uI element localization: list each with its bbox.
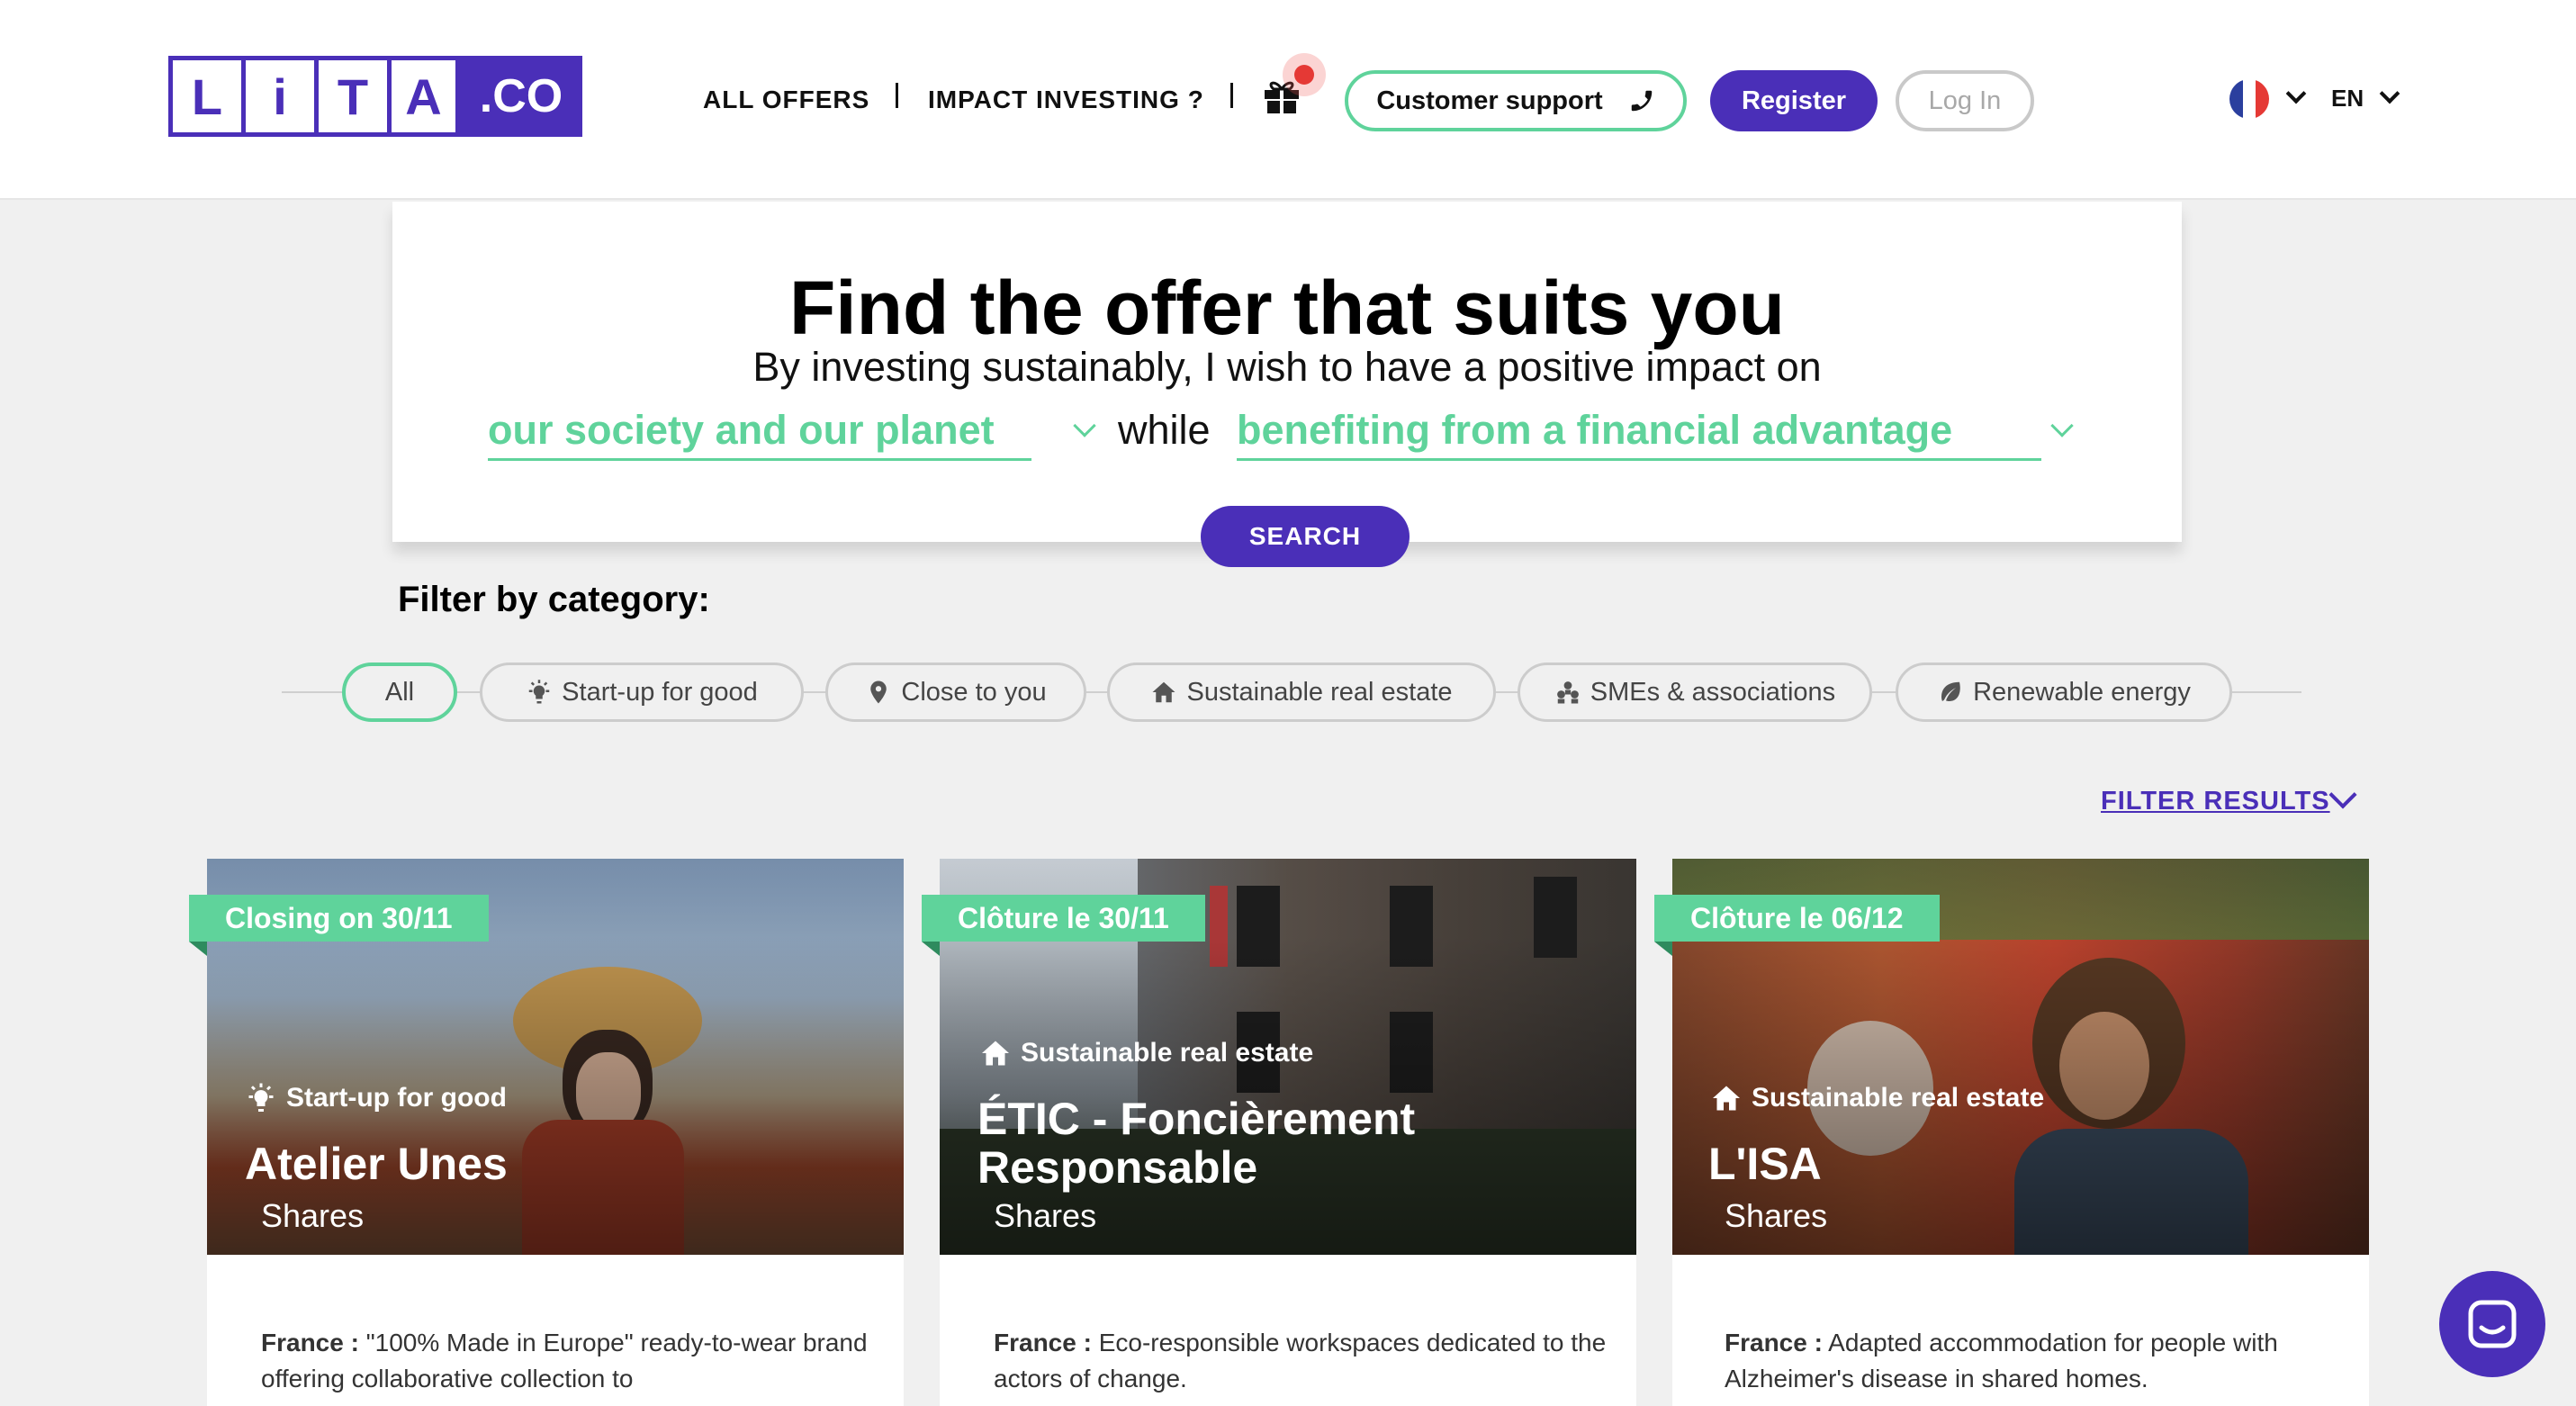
france-flag-icon[interactable] — [2229, 79, 2269, 119]
nav-impact-investing[interactable]: IMPACT INVESTING ? — [928, 86, 1204, 114]
closing-badge: Clôture le 30/11 — [922, 895, 1205, 942]
leaf-icon — [1941, 681, 1960, 701]
filter-chip-smes[interactable]: SMEs & associations — [1518, 662, 1872, 722]
card-category: Sustainable real estate — [1710, 1082, 2044, 1114]
card-category-label: Sustainable real estate — [1752, 1083, 2045, 1113]
benefit-select[interactable]: benefiting from a financial advantage — [1237, 407, 2041, 461]
chevron-down-icon[interactable] — [2379, 83, 2400, 104]
benefit-select-value: benefiting from a financial advantage — [1237, 407, 1953, 453]
card-title-line: Responsable — [977, 1142, 1258, 1193]
chip-label: Renewable energy — [1973, 677, 2191, 707]
filter-chip-real-estate[interactable]: Sustainable real estate — [1107, 662, 1496, 722]
badge-fold — [1654, 942, 1672, 956]
page-title: Find the offer that suits you — [789, 266, 1785, 350]
card-category: Sustainable real estate — [979, 1037, 1313, 1069]
while-label: while — [1118, 407, 1211, 453]
house-icon — [1713, 1086, 1740, 1111]
location-pin-icon — [870, 680, 887, 704]
customer-support-label: Customer support — [1376, 86, 1603, 115]
nav-separator — [896, 83, 898, 108]
search-subtitle: By investing sustainably, I wish to have… — [752, 344, 1822, 390]
logo-letter: L — [168, 56, 241, 137]
chevron-down-icon[interactable] — [2285, 83, 2307, 104]
badge-fold — [189, 942, 207, 956]
notification-dot — [1283, 53, 1326, 96]
impact-select-value: our society and our planet — [488, 407, 995, 453]
filter-chip-renewable[interactable]: Renewable energy — [1896, 662, 2232, 722]
card-title: ÉTIC - Foncièrement Responsable — [977, 1095, 1415, 1192]
login-button[interactable]: Log In — [1896, 70, 2034, 131]
chip-label: Close to you — [901, 677, 1047, 707]
card-description: France : Adapted accommodation for peopl… — [1725, 1325, 2355, 1397]
logo-letter: T — [314, 56, 387, 137]
house-icon — [1152, 681, 1175, 703]
chip-label: Start-up for good — [562, 677, 758, 707]
card-country: France : — [261, 1329, 359, 1356]
register-button[interactable]: Register — [1710, 70, 1878, 131]
card-category-label: Start-up for good — [286, 1083, 507, 1113]
filter-title: Filter by category: — [398, 580, 710, 619]
search-button[interactable]: SEARCH — [1201, 506, 1410, 567]
card-type: Shares — [1725, 1197, 1828, 1234]
nav-separator — [1230, 83, 1233, 108]
nav-all-offers[interactable]: ALL OFFERS — [703, 86, 869, 114]
group-icon — [1556, 681, 1579, 704]
badge-fold — [922, 942, 940, 956]
logo-suffix: .CO — [460, 56, 582, 137]
filter-chip-close-to-you[interactable]: Close to you — [825, 662, 1086, 722]
logo-letter: i — [241, 56, 314, 137]
chevron-down-icon[interactable] — [1073, 414, 1096, 437]
house-icon — [982, 1041, 1009, 1066]
card-country: France : — [1725, 1329, 1823, 1356]
card-type: Shares — [994, 1197, 1097, 1234]
card-category-label: Sustainable real estate — [1021, 1038, 1314, 1068]
lightbulb-icon — [248, 1083, 274, 1112]
impact-select[interactable]: our society and our planet — [488, 407, 1031, 461]
card-country: France : — [994, 1329, 1092, 1356]
chevron-down-icon[interactable] — [2050, 414, 2074, 437]
chip-label: SMEs & associations — [1590, 677, 1836, 707]
lightbulb-icon — [528, 680, 550, 704]
phone-icon — [1631, 90, 1652, 112]
chip-label: Sustainable real estate — [1186, 677, 1453, 707]
closing-badge: Clôture le 06/12 — [1654, 895, 1940, 942]
filter-chip-all[interactable]: All — [342, 662, 457, 722]
filter-results-link[interactable]: FILTER RESULTS — [2101, 787, 2330, 816]
lita-logo[interactable]: L i T A .CO — [168, 56, 582, 137]
chip-label: All — [384, 677, 415, 707]
closing-badge: Closing on 30/11 — [189, 895, 489, 942]
card-description: France : "100% Made in Europe" ready-to-… — [261, 1325, 891, 1397]
card-title: Atelier Unes — [245, 1139, 508, 1189]
card-category: Start-up for good — [245, 1082, 507, 1114]
chevron-down-icon[interactable] — [2328, 780, 2357, 809]
chat-launcher-button[interactable] — [2439, 1271, 2545, 1377]
customer-support-button[interactable]: Customer support — [1345, 70, 1687, 131]
card-type: Shares — [261, 1197, 365, 1234]
card-title: L'ISA — [1708, 1139, 1822, 1189]
chat-icon — [2468, 1300, 2517, 1348]
filter-chip-startup[interactable]: Start-up for good — [480, 662, 804, 722]
language-selector[interactable]: EN — [2331, 85, 2364, 113]
search-panel: Find the offer that suits you By investi… — [392, 202, 2182, 542]
site-header: L i T A .CO ALL OFFERS IMPACT INVESTING … — [0, 0, 2576, 200]
logo-letter: A — [387, 56, 460, 137]
card-title-line: ÉTIC - Foncièrement — [977, 1094, 1416, 1144]
card-description: France : Eco-responsible workspaces dedi… — [994, 1325, 1624, 1397]
